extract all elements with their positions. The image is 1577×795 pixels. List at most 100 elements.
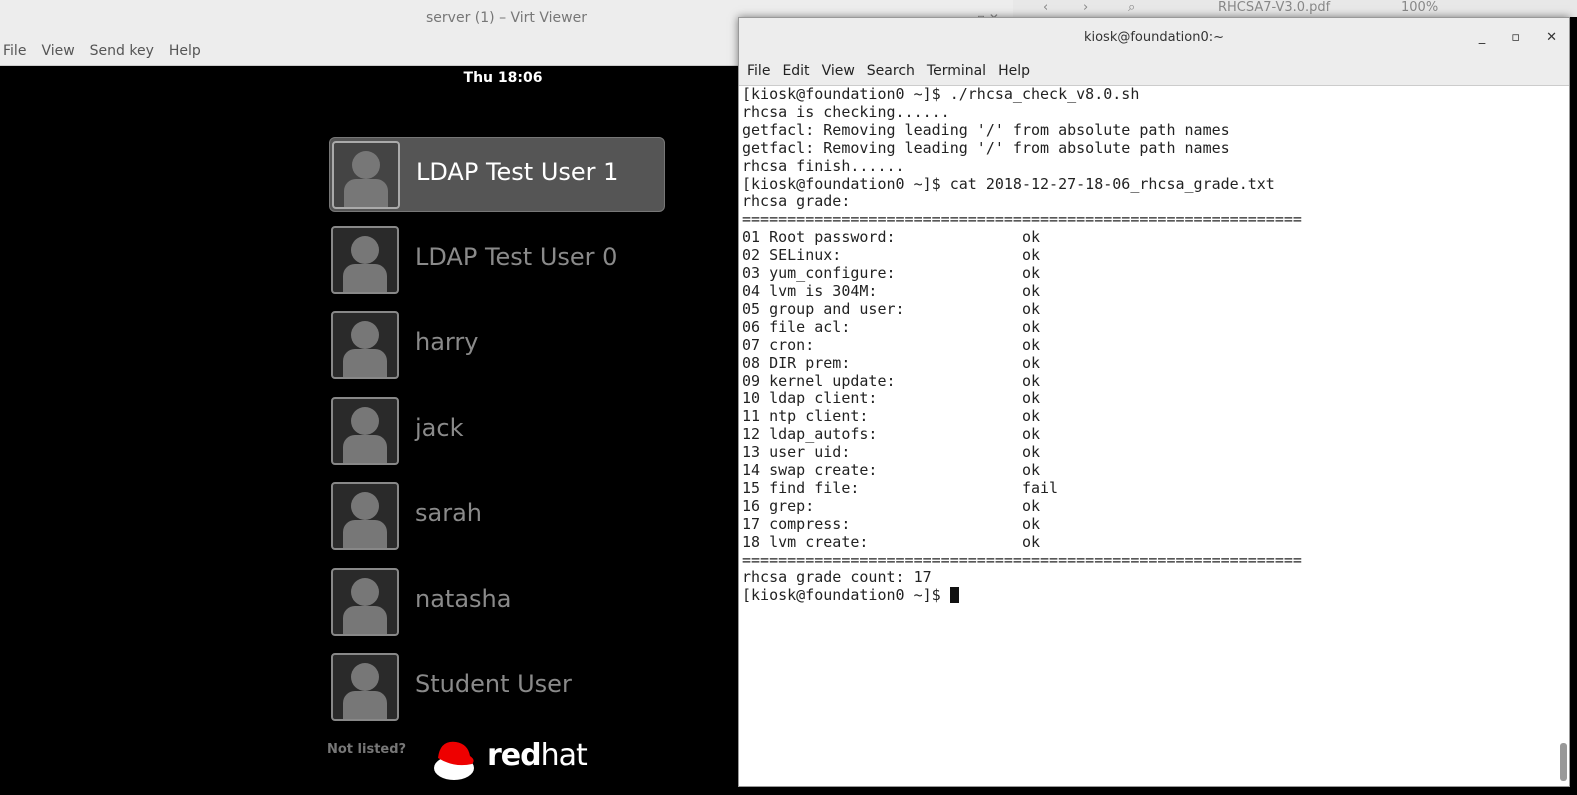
user-name: LDAP Test User 1 xyxy=(416,158,619,186)
grade-result: ok xyxy=(1021,353,1041,372)
grade-row: 18 lvm create: ok xyxy=(742,532,1553,552)
menu-search[interactable]: Search xyxy=(867,63,915,79)
menu-file[interactable]: File xyxy=(3,43,26,59)
terminal-titlebar: kiosk@foundation0:~ _ ▫ ✕ xyxy=(739,18,1569,58)
grade-row: 03 yum_configure: ok xyxy=(742,264,1553,283)
grade-result: ok xyxy=(1021,532,1041,551)
terminal-line: getfacl: Removing leading '/' from absol… xyxy=(742,138,1553,158)
terminal-line: rhcsa grade count: 17 xyxy=(742,569,1553,587)
separator: ========================================… xyxy=(742,210,1302,229)
terminal-line: ========================================… xyxy=(742,210,1553,229)
menu-view[interactable]: View xyxy=(41,43,74,59)
grade-row: 08 DIR prem: ok xyxy=(742,353,1553,373)
user-item[interactable]: LDAP Test User 1 xyxy=(329,137,665,212)
menu-file[interactable]: File xyxy=(747,63,770,79)
grade-result: ok xyxy=(1021,443,1041,462)
menu-help[interactable]: Help xyxy=(998,63,1030,79)
grade-row: 13 user uid: ok xyxy=(742,443,1553,462)
grade-result: ok xyxy=(1021,461,1041,480)
grade-result: ok xyxy=(1021,299,1041,318)
terminal-window: kiosk@foundation0:~ _ ▫ ✕ File Edit View Sear… xyxy=(738,17,1570,787)
grade-result: fail xyxy=(1021,478,1059,497)
avatar-body xyxy=(343,605,387,634)
prompt: [kiosk@foundation0 ~]$ xyxy=(742,586,950,605)
menu-help[interactable]: Help xyxy=(169,43,201,59)
user-item[interactable]: sarah xyxy=(329,479,663,552)
grade-label: 18 lvm create: xyxy=(742,532,869,551)
user-item[interactable]: harry xyxy=(329,308,663,381)
avatar-icon xyxy=(331,567,399,636)
terminal-line: [kiosk@foundation0 ~]$ cat 2018-12-27-18… xyxy=(742,175,1553,194)
terminal-line: rhcsa grade: xyxy=(742,192,1553,211)
grade-result: ok xyxy=(1021,317,1041,336)
grade-row: 05 group and user: ok xyxy=(742,299,1553,319)
grade-label: 13 user uid: xyxy=(742,443,851,462)
user-item[interactable]: natasha xyxy=(329,565,663,638)
grade-label: 15 find file: xyxy=(742,478,860,497)
redhat-wordmark: redhat xyxy=(487,738,588,773)
grade-result: ok xyxy=(1021,514,1041,533)
user-item[interactable]: LDAP Test User 0 xyxy=(329,223,663,296)
clock[interactable]: Thu 18:06 xyxy=(440,70,566,86)
grade-row: 07 cron: ok xyxy=(742,336,1553,355)
pdf-filename: RHCSA7-V3.0.pdf xyxy=(1218,0,1331,15)
menu-terminal[interactable]: Terminal xyxy=(927,63,986,79)
output-text: getfacl: Removing leading '/' from absol… xyxy=(742,120,1230,139)
terminal-line: rhcsa is checking...... xyxy=(742,102,1553,122)
grade-row: 17 compress: ok xyxy=(742,514,1553,534)
terminal-title: kiosk@foundation0:~ xyxy=(1083,30,1225,45)
grade-row: 04 lvm is 304M: ok xyxy=(742,282,1553,301)
grade-row: 06 file acl: ok xyxy=(742,317,1553,337)
terminal-menu: File Edit View Search Terminal Help xyxy=(739,58,1569,86)
grade-result: ok xyxy=(1021,264,1041,283)
user-name: jack xyxy=(415,413,464,442)
user-item[interactable]: jack xyxy=(329,394,663,467)
scrollbar[interactable] xyxy=(1560,743,1567,781)
user-item[interactable]: Student User xyxy=(329,650,663,723)
grade-label: 08 DIR prem: xyxy=(742,353,851,372)
maximize-button[interactable]: ▫ xyxy=(1511,30,1520,45)
grade-row: 01 Root password: ok xyxy=(742,228,1553,247)
terminal-line: getfacl: Removing leading '/' from absol… xyxy=(742,120,1553,140)
terminal-line: [kiosk@foundation0 ~]$ xyxy=(742,586,1553,605)
not-listed-link[interactable]: Not listed? xyxy=(327,742,406,757)
avatar-icon xyxy=(331,311,399,379)
avatar-body xyxy=(343,434,387,463)
grade-result: ok xyxy=(1021,407,1041,426)
close-button[interactable]: ✕ xyxy=(1546,30,1557,45)
grade-row: 15 find file: fail xyxy=(742,478,1553,498)
grade-result: ok xyxy=(1021,228,1041,247)
grade-result: ok xyxy=(1021,371,1041,390)
avatar-head xyxy=(352,151,380,179)
pdf-viewer-toolbar: ‹ › ⌕ RHCSA7-V3.0.pdf 100% xyxy=(1013,0,1577,17)
grade-result: ok xyxy=(1021,425,1041,444)
avatar-body xyxy=(343,349,387,377)
avatar-icon xyxy=(332,141,400,209)
grade-label: 17 compress: xyxy=(742,514,851,533)
grade-count: rhcsa grade count: 17 xyxy=(742,568,932,587)
output-text: [kiosk@foundation0 ~]$ ./rhcsa_check_v8.… xyxy=(742,85,1140,103)
back-icon[interactable]: ‹ xyxy=(1043,0,1048,15)
grade-row: 09 kernel update: ok xyxy=(742,371,1553,391)
output-text: rhcsa finish...... xyxy=(742,156,905,175)
output-text: rhcsa grade: xyxy=(742,192,851,211)
avatar-head xyxy=(351,663,379,691)
terminal-output[interactable]: [kiosk@foundation0 ~]$ ./rhcsa_check_v8.… xyxy=(742,85,1553,786)
terminal-line: [kiosk@foundation0 ~]$ ./rhcsa_check_v8.… xyxy=(742,85,1553,104)
grade-row: 11 ntp client: ok xyxy=(742,407,1553,426)
terminal-line: rhcsa finish...... xyxy=(742,156,1553,176)
zoom-select[interactable]: 100% xyxy=(1401,0,1438,15)
minimize-button[interactable]: _ xyxy=(1479,30,1486,45)
menu-send-key[interactable]: Send key xyxy=(90,43,154,59)
avatar-icon xyxy=(331,482,399,550)
grade-result: ok xyxy=(1021,496,1041,515)
avatar-head xyxy=(351,492,379,520)
avatar-icon xyxy=(331,653,399,721)
output-text: rhcsa is checking...... xyxy=(742,102,950,121)
forward-icon[interactable]: › xyxy=(1083,0,1088,15)
menu-edit[interactable]: Edit xyxy=(782,63,809,79)
search-icon[interactable]: ⌕ xyxy=(1128,0,1135,15)
output-text: getfacl: Removing leading '/' from absol… xyxy=(742,138,1230,157)
menu-view[interactable]: View xyxy=(822,63,855,79)
grade-label: 09 kernel update: xyxy=(742,371,896,390)
